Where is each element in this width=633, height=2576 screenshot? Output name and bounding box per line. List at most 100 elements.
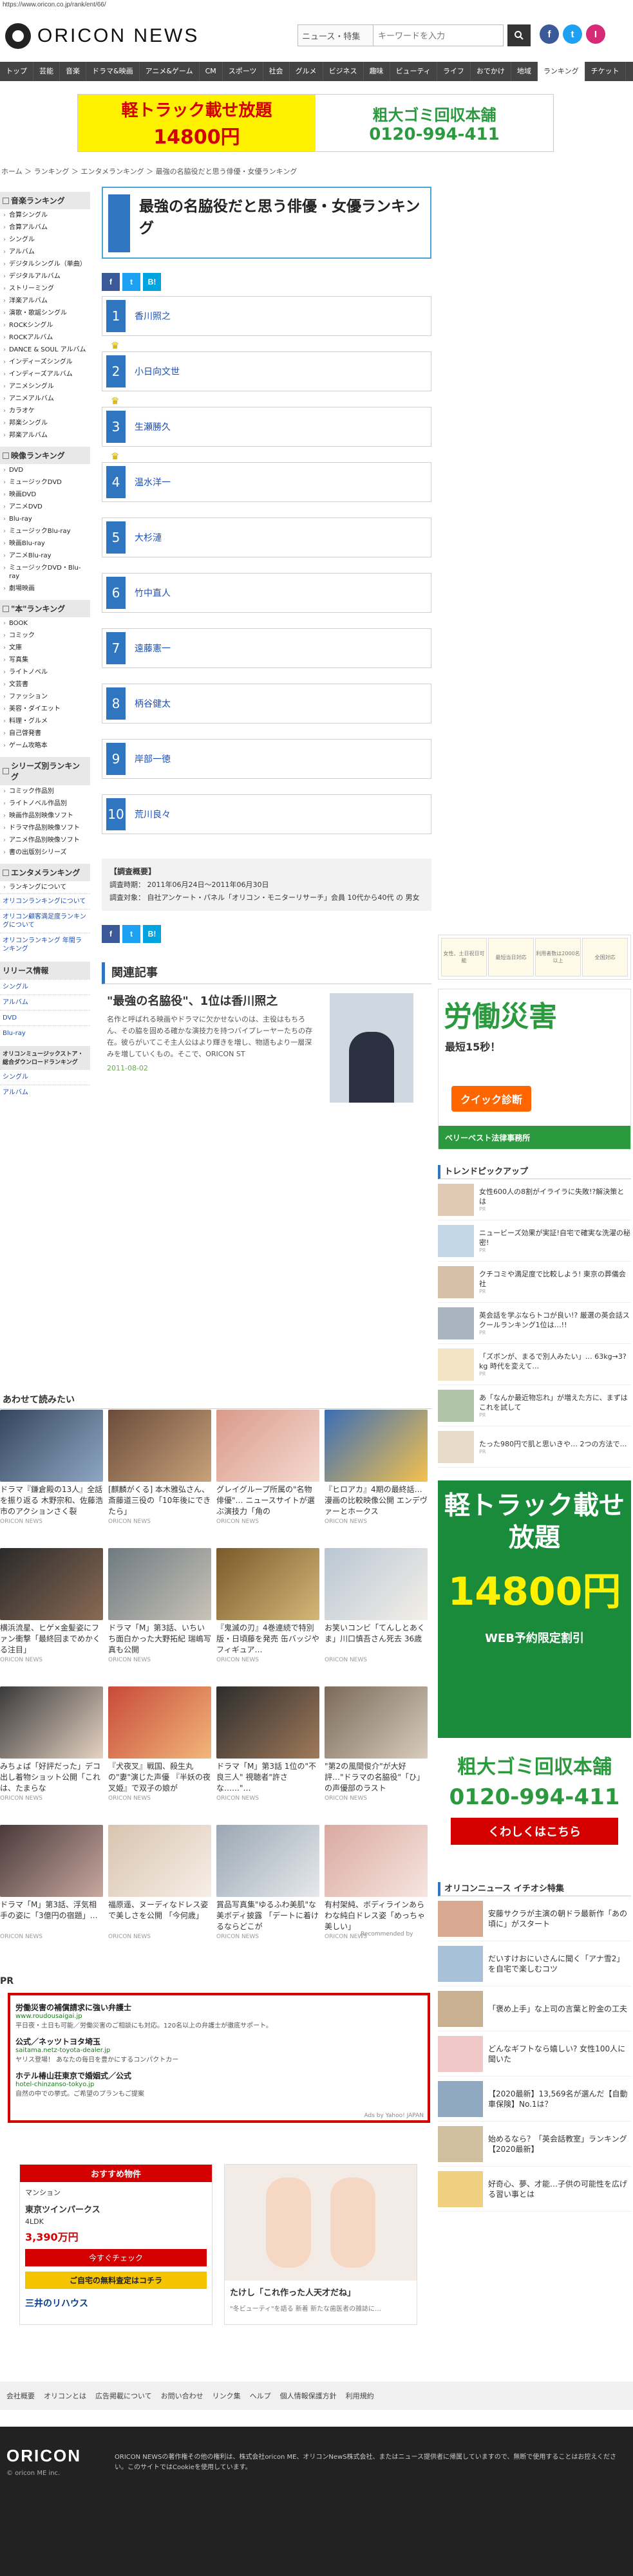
sidebar-item[interactable]: 写真集 bbox=[0, 654, 90, 666]
ranking-row[interactable]: 4 温水洋一 bbox=[102, 462, 431, 518]
suggest-thumbnail[interactable] bbox=[216, 1825, 319, 1897]
suggest-item[interactable]: ドラマ「M」第3話、いちいち面白かった大野拓紀 瑞嶋写真も公開 ORICON NE… bbox=[108, 1548, 211, 1680]
footer-link[interactable]: リンク集 bbox=[213, 2391, 241, 2401]
trend-item[interactable]: クチコミや満足度で比較しよう! 東京の葬儀会社 PR bbox=[438, 1262, 631, 1303]
suggest-item[interactable]: 福原遥、ヌーディなドレス姿で美しさを公開 「今何歳」 ORICON NEWS bbox=[108, 1825, 211, 1957]
share-facebook-icon[interactable]: f bbox=[102, 273, 120, 291]
footer-link[interactable]: 利用規約 bbox=[346, 2391, 374, 2401]
news-title[interactable]: 好奇心、夢、才能…子供の可能性を広げる習い事とは bbox=[488, 2179, 631, 2199]
suggest-thumbnail[interactable] bbox=[216, 1548, 319, 1620]
footer-link[interactable]: 個人情報保護方針 bbox=[280, 2391, 337, 2401]
sidebar-item[interactable]: ミュージックDVD・Blu-ray bbox=[0, 562, 90, 583]
ranking-row[interactable]: 2 小日向文世 ♛ bbox=[102, 351, 431, 407]
site-logo[interactable]: ORICON NEWS bbox=[5, 23, 199, 49]
ranking-item[interactable]: 6 竹中直人 bbox=[102, 573, 431, 613]
suggest-thumbnail[interactable] bbox=[325, 1825, 428, 1897]
news-title[interactable]: 始めるなら？「英会話教室」ランキング【2020最新】 bbox=[488, 2134, 631, 2154]
sidebar-item[interactable]: ドラマ作品別映像ソフト bbox=[0, 822, 90, 834]
lawyer-ad[interactable]: 労働災害 最短15秒！ クイック診断 ベリーベスト法律事務所 bbox=[438, 989, 631, 1150]
suggest-thumbnail[interactable] bbox=[108, 1825, 211, 1897]
nav-item[interactable]: 芸能 bbox=[33, 62, 60, 81]
nav-item[interactable]: おでかけ bbox=[471, 62, 511, 81]
rank-name[interactable]: 温水洋一 bbox=[135, 476, 171, 489]
ranking-item[interactable]: 3 生瀬勝久 bbox=[102, 407, 431, 447]
suggest-thumbnail[interactable] bbox=[0, 1548, 103, 1620]
sidebar-item[interactable]: ライトノベル bbox=[0, 666, 90, 678]
sidebar-item[interactable]: インディーズアルバム bbox=[0, 368, 90, 380]
sidebar-item[interactable]: カラオケ bbox=[0, 405, 90, 417]
trend-item[interactable]: 女性600人の8割がイライラに失敗!?解決策とは PR bbox=[438, 1179, 631, 1220]
pr-item[interactable]: 労働災害の補償請求に強い弁護士 www.roudousaigai.jp 平日夜・土日… bbox=[15, 2002, 422, 2030]
nav-item[interactable]: ビューティ bbox=[390, 62, 437, 81]
nav-item[interactable]: ドラマ&映画 bbox=[86, 62, 140, 81]
ranking-item[interactable]: 8 柄谷健太 bbox=[102, 684, 431, 723]
suggest-thumbnail[interactable] bbox=[0, 1686, 103, 1759]
rank-name[interactable]: 岸部一徳 bbox=[135, 752, 171, 765]
ranking-item[interactable]: 4 温水洋一 bbox=[102, 462, 431, 502]
ranking-item[interactable]: 2 小日向文世 bbox=[102, 351, 431, 391]
ranking-row[interactable]: 10 荒川良々 bbox=[102, 794, 431, 850]
nav-item[interactable]: ランキング bbox=[537, 62, 585, 81]
search-category-select[interactable]: ニュース・特集 bbox=[298, 24, 373, 46]
related-title[interactable]: "最強の名脇役"、1位は香川照之 bbox=[107, 993, 316, 1010]
suggest-item[interactable]: 賞品写真集"ゆるふわ美肌"な美ボディ披露 「デートに着けるならどこが ORICON… bbox=[216, 1825, 319, 1957]
pr-url[interactable]: saitama.netz-toyota-dealer.jp bbox=[15, 2047, 422, 2054]
news-title[interactable]: だいすけおにいさんに聞く「アナ雪2」を自宅で楽しむコツ bbox=[488, 1954, 631, 1974]
property-ad[interactable]: おすすめ物件 マンション 東京ツインパークス 4LDK 3,390万円 今すぐチ… bbox=[19, 2164, 213, 2325]
ranking-item[interactable]: 1 香川照之 bbox=[102, 296, 431, 336]
suggest-caption[interactable]: 有村架純、ボディラインあらわな純白ドレス姿「めっちゃ美しい」 bbox=[325, 1899, 428, 1932]
release-link[interactable]: Blu-ray bbox=[0, 1025, 90, 1041]
nav-item[interactable]: スポーツ bbox=[223, 62, 263, 81]
sidebar-item[interactable]: ランキングについて bbox=[0, 881, 90, 893]
trend-item[interactable]: ニュービーズ効果が実証!自宅で確実な洗濯の秘密! PR bbox=[438, 1220, 631, 1262]
suggest-thumbnail[interactable] bbox=[216, 1686, 319, 1759]
related-image[interactable] bbox=[330, 993, 413, 1103]
suggest-caption[interactable]: 『鬼滅の刃』4巻連続で特別版・日頃藤を発売 缶バッジやフィギュア… bbox=[216, 1623, 319, 1656]
rank-name[interactable]: 香川照之 bbox=[135, 310, 171, 322]
suggest-thumbnail[interactable] bbox=[108, 1548, 211, 1620]
suggest-item[interactable]: お笑いコンビ「てんしとあくま」川口慎吾さん死去 36歳 ORICON NEWS bbox=[325, 1548, 428, 1680]
nav-item[interactable]: 音楽 bbox=[60, 62, 86, 81]
ranking-item[interactable]: 10 荒川良々 bbox=[102, 794, 431, 834]
sidebar-item[interactable]: シングル bbox=[0, 234, 90, 246]
pr-title[interactable]: 公式／ネッツトヨタ埼玉 bbox=[15, 2036, 422, 2047]
sidebar-item[interactable]: アルバム bbox=[0, 246, 90, 258]
share-hatena-icon[interactable]: B! bbox=[143, 273, 161, 291]
sidebar-item[interactable]: 映画DVD bbox=[0, 489, 90, 501]
nav-item[interactable]: アニメ&ゲーム bbox=[140, 62, 200, 81]
suggest-caption[interactable]: 横浜流星、ヒゲ×金髪姿にファン衝撃「最終回までめかくる注目」 bbox=[0, 1623, 103, 1656]
suggest-caption[interactable]: お笑いコンビ「てんしとあくま」川口慎吾さん死去 36歳 bbox=[325, 1623, 428, 1656]
suggest-caption[interactable]: 『ヒロアカ』4期の最終話…漫画の比較映像公開 エンデヴァーとホークス bbox=[325, 1484, 428, 1517]
ranking-row[interactable]: 6 竹中直人 bbox=[102, 573, 431, 628]
sidebar-item[interactable]: 書の出版別シリーズ bbox=[0, 846, 90, 859]
share-hatena-icon[interactable]: B! bbox=[143, 925, 161, 943]
sidebar-link[interactable]: オリコンランキング 年間ランキング bbox=[0, 933, 90, 957]
share-twitter-icon[interactable]: t bbox=[122, 925, 140, 943]
news-item[interactable]: だいすけおにいさんに聞く「アナ雪2」を自宅で楽しむコツ bbox=[438, 1941, 631, 1986]
ranking-item[interactable]: 9 岸部一徳 bbox=[102, 739, 431, 779]
news-title[interactable]: 【2020最新】13,569名が選んだ【自動車保険】No.1は？ bbox=[488, 2089, 631, 2109]
suggest-item[interactable]: ドラマ「M」第3話 1位の"不良三人" 視聴者"許さな……"… ORICON NE… bbox=[216, 1686, 319, 1818]
news-item[interactable]: 好奇心、夢、才能…子供の可能性を広げる習い事とは bbox=[438, 2167, 631, 2212]
store-link[interactable]: シングル bbox=[0, 1069, 90, 1085]
search-input[interactable] bbox=[373, 24, 504, 46]
sidebar-item[interactable]: 邦楽アルバム bbox=[0, 429, 90, 442]
suggest-caption[interactable]: 『犬夜叉』戦国、殺生丸の"妻"演じた声優 『半妖の夜叉姫』で双子の娘が bbox=[108, 1761, 211, 1794]
suggest-item[interactable]: 『ヒロアカ』4期の最終話…漫画の比較映像公開 エンデヴァーとホークス ORICON… bbox=[325, 1410, 428, 1542]
nav-item[interactable]: 社会 bbox=[263, 62, 290, 81]
ranking-row[interactable]: 3 生瀬勝久 ♛ bbox=[102, 407, 431, 462]
sidebar-item[interactable]: DANCE & SOUL アルバム bbox=[0, 344, 90, 356]
sidebar-item[interactable]: 演歌・歌謡シングル bbox=[0, 307, 90, 319]
sidebar-item[interactable]: 合算アルバム bbox=[0, 221, 90, 234]
news-item[interactable]: 【2020最新】13,569名が選んだ【自動車保険】No.1は？ bbox=[438, 2077, 631, 2122]
sidebar-item[interactable]: Blu-ray bbox=[0, 513, 90, 525]
suggest-thumbnail[interactable] bbox=[0, 1825, 103, 1897]
sidebar-item[interactable]: 自己啓発書 bbox=[0, 727, 90, 740]
sidebar-item[interactable]: ミュージックBlu-ray bbox=[0, 525, 90, 537]
sidebar-item[interactable]: 文芸書 bbox=[0, 678, 90, 691]
ads-by[interactable]: Ads by Yahoo! JAPAN bbox=[364, 2113, 424, 2119]
rank-name[interactable]: 大杉漣 bbox=[135, 531, 162, 544]
suggest-item[interactable]: ドラマ『鎌倉殿の13人』全話を振り返る 木野宗和、佐藤浩市のアクションさく裂 OR… bbox=[0, 1410, 103, 1542]
quick-diagnosis-button[interactable]: クイック診断 bbox=[451, 1086, 532, 1112]
suggest-caption[interactable]: ドラマ『鎌倉殿の13人』全話を振り返る 木野宗和、佐藤浩市のアクションさく裂 bbox=[0, 1484, 103, 1517]
